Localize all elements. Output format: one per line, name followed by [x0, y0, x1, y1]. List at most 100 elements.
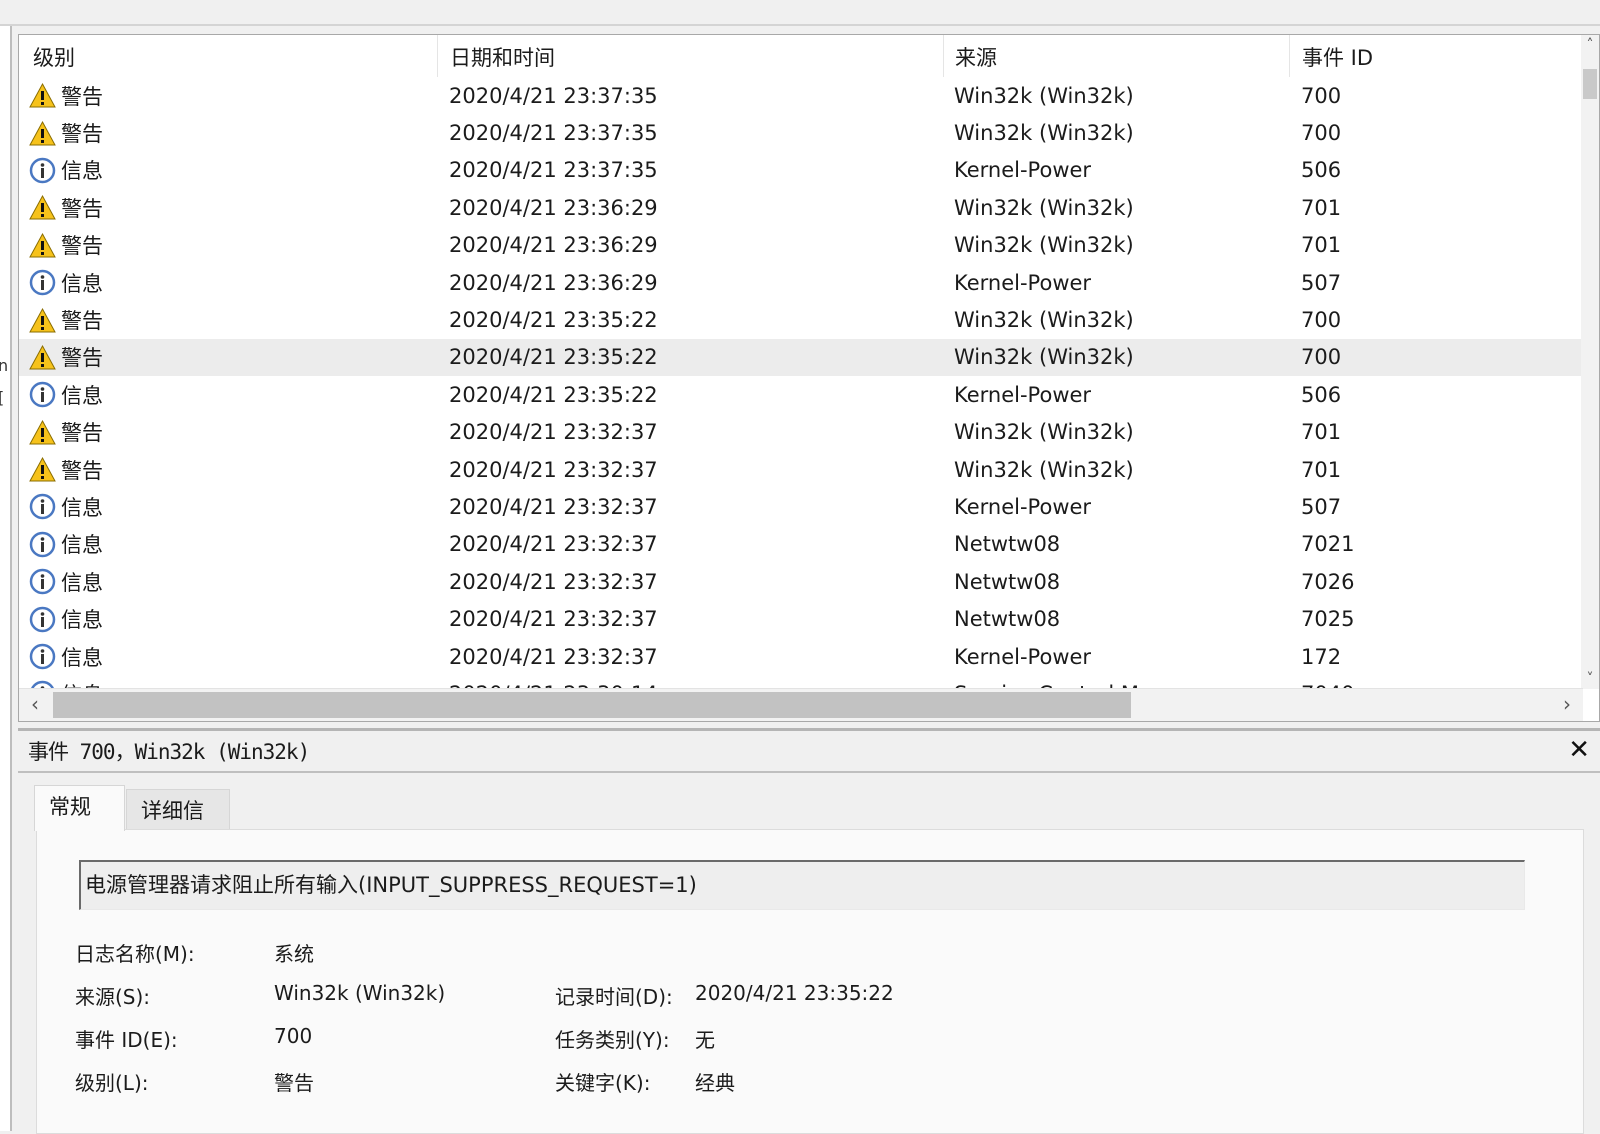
event-id-cell: 7026 — [1301, 569, 1355, 594]
warning-icon — [29, 456, 56, 483]
event-datetime-cell: 2020/4/21 23:32:37 — [449, 494, 658, 519]
warning-icon — [29, 419, 56, 446]
vertical-scrollbar[interactable]: ˄ ˅ — [1581, 35, 1599, 689]
event-id-cell: 506 — [1301, 382, 1342, 407]
event-row[interactable]: 警告 2020/4/21 23:37:35 Win32k (Win32k) 700 — [19, 114, 1583, 151]
event-source-cell: Win32k (Win32k) — [954, 83, 1134, 108]
info-icon — [29, 606, 56, 633]
warning-icon — [29, 194, 56, 221]
info-icon — [29, 531, 56, 558]
warning-icon — [29, 120, 56, 147]
event-level-text: 警告 — [61, 309, 103, 334]
scroll-down-icon[interactable]: ˅ — [1581, 671, 1599, 687]
event-list-pane[interactable]: 级别 日期和时间 来源 事件 ID 警告 2020/4/21 23:37:35 Wi… — [18, 34, 1600, 722]
column-header-event-id[interactable]: 事件 ID — [1289, 35, 1583, 77]
horizontal-scrollbar[interactable]: ‹ › — [19, 688, 1583, 721]
event-level-cell: 警告 — [19, 305, 437, 335]
event-datetime-cell: 2020/4/21 23:37:35 — [449, 158, 658, 183]
event-row[interactable]: 警告 2020/4/21 23:36:29 Win32k (Win32k) 701 — [19, 189, 1583, 226]
scroll-right-icon[interactable]: › — [1553, 692, 1581, 716]
info-icon — [29, 568, 56, 595]
column-header-datetime[interactable]: 日期和时间 — [437, 35, 943, 77]
event-row[interactable]: 警告 2020/4/21 23:32:37 Win32k (Win32k) 701 — [19, 451, 1583, 488]
task-category-value[interactable]: 无 — [695, 1024, 715, 1053]
info-icon — [29, 269, 56, 296]
event-level-text: 警告 — [61, 346, 103, 371]
event-row[interactable]: 信息 2020/4/21 23:32:37 Netwtw08 7021 — [19, 526, 1583, 563]
event-row[interactable]: 信息 2020/4/21 23:32:37 Netwtw08 7026 — [19, 563, 1583, 600]
event-datetime-cell: 2020/4/21 23:37:35 — [449, 121, 658, 146]
log-name-value[interactable]: 系统 — [274, 938, 314, 967]
event-source-cell: Netwtw08 — [954, 532, 1061, 557]
horizontal-scroll-thumb[interactable] — [53, 692, 1131, 718]
top-toolbar-strip — [0, 0, 1600, 26]
event-id-cell: 701 — [1301, 420, 1342, 445]
keywords-label: 关键字(K): — [555, 1071, 651, 1095]
column-header-level[interactable]: 级别 — [19, 35, 437, 77]
info-icon — [29, 643, 56, 670]
event-level-text: 警告 — [61, 196, 103, 221]
event-source-cell: Netwtw08 — [954, 607, 1061, 632]
event-level-cell: 信息 — [19, 604, 437, 634]
event-datetime-cell: 2020/4/21 23:32:37 — [449, 607, 658, 632]
column-header-source[interactable]: 来源 — [943, 35, 1289, 77]
event-level-cell: 警告 — [19, 230, 437, 260]
event-datetime-cell: 2020/4/21 23:36:29 — [449, 270, 658, 295]
event-level-text: 信息 — [61, 271, 103, 296]
left-navigation-pane-edge[interactable]: n [ — [0, 26, 12, 1131]
event-source-cell: Win32k (Win32k) — [954, 233, 1134, 258]
event-list-header: 级别 日期和时间 来源 事件 ID — [19, 35, 1583, 77]
event-level-cell: 警告 — [19, 118, 437, 148]
event-id-cell: 507 — [1301, 270, 1342, 295]
tab-details[interactable]: 详细信息 — [126, 789, 230, 865]
event-source-cell: Kernel-Power — [954, 382, 1092, 407]
level-value[interactable]: 警告 — [274, 1067, 314, 1096]
event-id-value[interactable]: 700 — [274, 1024, 312, 1048]
event-source-cell: Win32k (Win32k) — [954, 457, 1134, 482]
general-tab-content: 电源管理器请求阻止所有输入(INPUT_SUPPRESS_REQUEST=1) … — [36, 829, 1584, 1134]
source-label: 来源(S): — [75, 985, 151, 1009]
scroll-left-icon[interactable]: ‹ — [21, 692, 49, 716]
event-row[interactable]: 信息 2020/4/21 23:37:35 Kernel-Power 506 — [19, 152, 1583, 189]
event-row[interactable]: 信息2020/4/21 23:30:14Service Control M...… — [19, 675, 1583, 689]
keywords-value[interactable]: 经典 — [695, 1067, 735, 1096]
close-icon[interactable]: ✕ — [1568, 735, 1590, 765]
event-description-field[interactable]: 电源管理器请求阻止所有输入(INPUT_SUPPRESS_REQUEST=1) — [79, 860, 1525, 910]
event-row[interactable]: 警告 2020/4/21 23:37:35 Win32k (Win32k) 700 — [19, 77, 1583, 114]
left-pane-clipped-text: [ — [0, 388, 4, 407]
logged-time-value[interactable]: 2020/4/21 23:35:22 — [695, 981, 894, 1005]
event-row[interactable]: 警告 2020/4/21 23:35:22 Win32k (Win32k) 700 — [19, 301, 1583, 338]
source-value[interactable]: Win32k (Win32k) — [274, 981, 445, 1005]
event-row[interactable]: 信息 2020/4/21 23:32:37 Netwtw08 7025 — [19, 600, 1583, 637]
event-id-cell: 7021 — [1301, 532, 1355, 557]
event-level-text: 警告 — [61, 84, 103, 109]
event-level-cell: 警告 — [19, 193, 437, 223]
event-datetime-cell: 2020/4/21 23:32:37 — [449, 457, 658, 482]
event-row[interactable]: 信息 2020/4/21 23:36:29 Kernel-Power 507 — [19, 264, 1583, 301]
tab-general[interactable]: 常规 — [34, 785, 125, 831]
event-datetime-cell: 2020/4/21 23:36:29 — [449, 195, 658, 220]
event-source-cell: Win32k (Win32k) — [954, 121, 1134, 146]
event-row[interactable]: 警告 2020/4/21 23:35:22 Win32k (Win32k) 700 — [19, 338, 1583, 377]
event-source-cell: Kernel-Power — [954, 158, 1092, 183]
event-level-cell: 警告 — [19, 455, 437, 485]
event-row[interactable]: 警告 2020/4/21 23:36:29 Win32k (Win32k) 701 — [19, 227, 1583, 264]
event-id-cell: 701 — [1301, 195, 1342, 220]
event-level-cell: 信息 — [19, 529, 437, 559]
event-source-cell: Kernel-Power — [954, 644, 1092, 669]
event-detail-pane: 事件 700，Win32k (Win32k) ✕ 常规 详细信息 电源管理器请求… — [18, 728, 1600, 1134]
event-level-cell: 信息 — [19, 268, 437, 298]
info-icon — [29, 381, 56, 408]
event-level-text: 信息 — [61, 570, 103, 595]
event-row[interactable]: 信息 2020/4/21 23:35:22 Kernel-Power 506 — [19, 376, 1583, 413]
event-datetime-cell: 2020/4/21 23:32:37 — [449, 532, 658, 557]
event-level-text: 信息 — [61, 608, 103, 633]
event-level-cell: 信息 — [19, 567, 437, 597]
event-row[interactable]: 信息 2020/4/21 23:32:37 Kernel-Power 507 — [19, 488, 1583, 525]
event-row[interactable]: 警告 2020/4/21 23:32:37 Win32k (Win32k) 701 — [19, 414, 1583, 451]
event-datetime-cell: 2020/4/21 23:36:29 — [449, 233, 658, 258]
event-row[interactable]: 信息 2020/4/21 23:32:37 Kernel-Power 172 — [19, 638, 1583, 675]
scroll-up-icon[interactable]: ˄ — [1581, 37, 1599, 53]
event-id-cell: 507 — [1301, 494, 1342, 519]
vertical-scroll-thumb[interactable] — [1583, 69, 1597, 99]
